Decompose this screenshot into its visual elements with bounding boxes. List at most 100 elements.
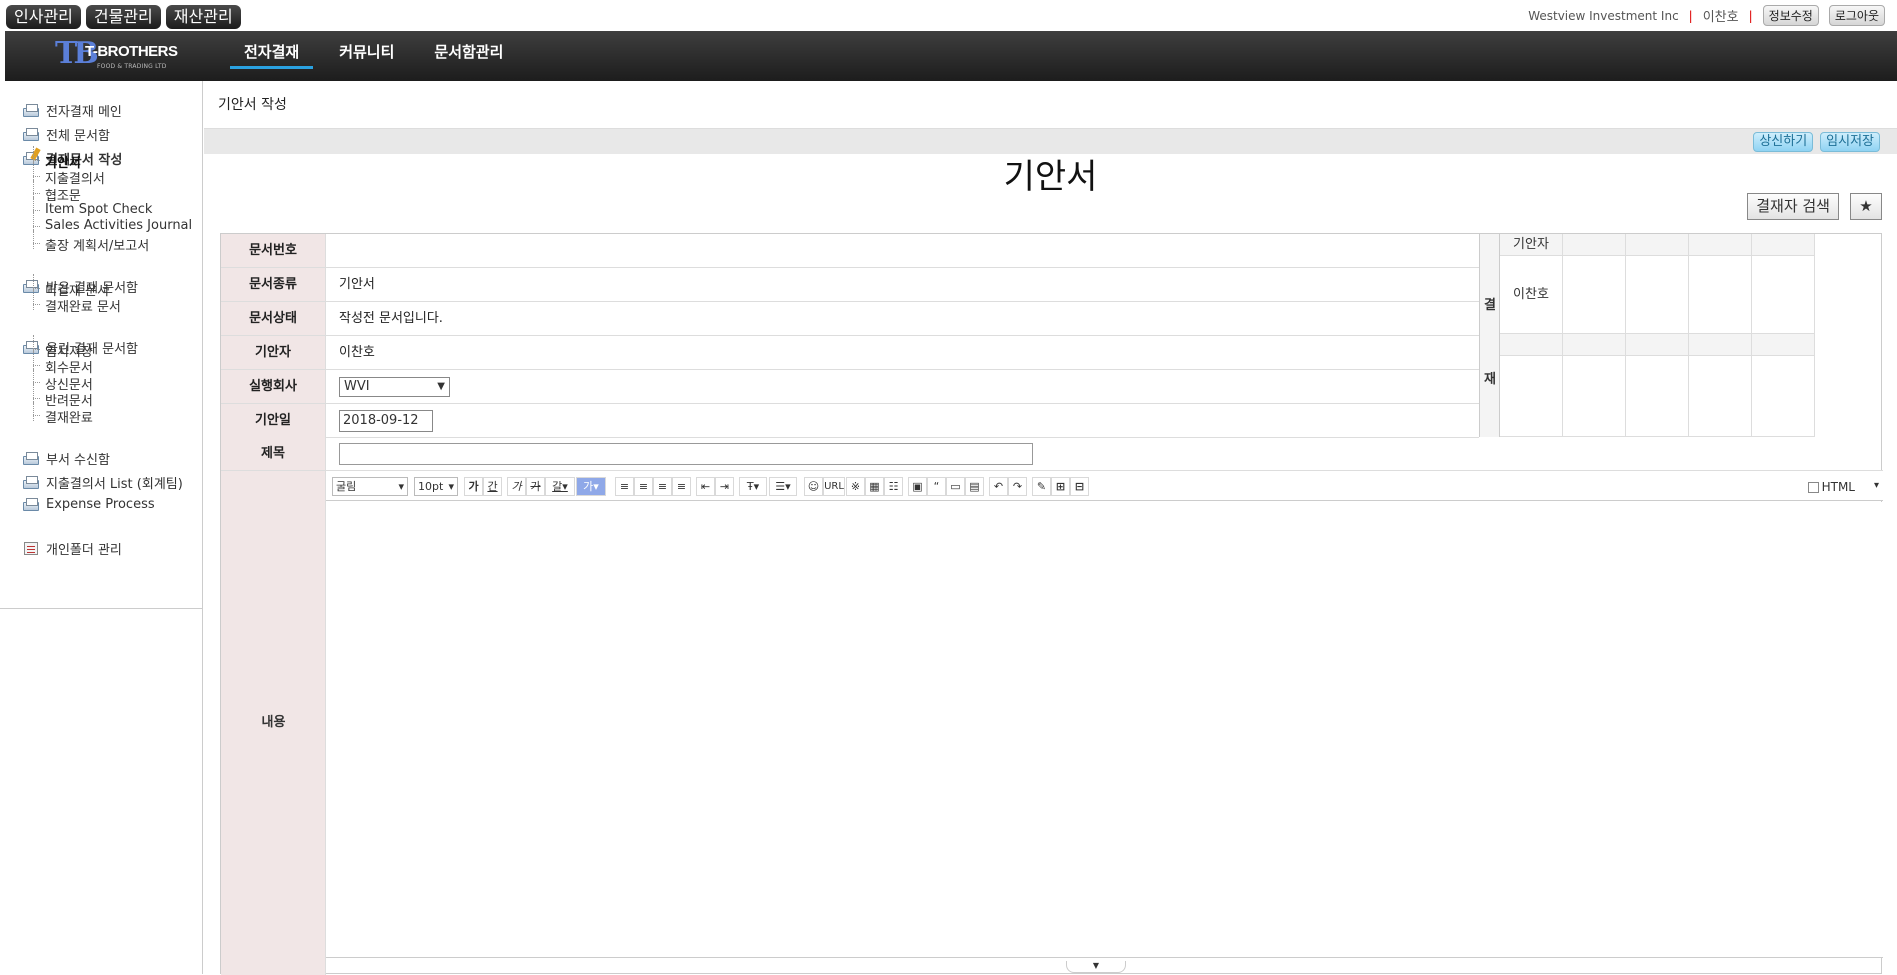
table-icon[interactable]: ▦: [865, 477, 884, 496]
page-title: 기안서 작성: [218, 97, 287, 113]
resize-handle-icon[interactable]: ▼: [1066, 961, 1126, 973]
link-url-icon[interactable]: URL: [823, 477, 845, 496]
row-company: 실행회사 WVI ▼: [221, 370, 1479, 404]
undo-icon[interactable]: ↶: [989, 477, 1008, 496]
nav-item-community[interactable]: 커뮤니티: [319, 41, 414, 71]
favorite-star-button[interactable]: ★: [1850, 193, 1882, 220]
editor-content-area[interactable]: [326, 502, 1883, 958]
align-justify-icon[interactable]: ≡: [672, 477, 691, 496]
logout-button[interactable]: 로그아웃: [1828, 5, 1885, 26]
sidebar-item-expense-process[interactable]: Expense Process: [22, 497, 155, 512]
module-building-button[interactable]: 건물관리: [85, 5, 161, 29]
document-form: 문서번호 문서종류 기안서 문서상태 작성전 문서입니다. 기안자 이찬호 실행…: [220, 233, 1883, 975]
expand-icon[interactable]: ⊞: [1051, 477, 1070, 496]
sidebar-item-label: 전체 문서함: [46, 129, 110, 144]
approval-header-slot: [1626, 234, 1689, 256]
bold-icon[interactable]: 가: [464, 477, 483, 496]
inbox-icon: [22, 103, 40, 118]
sidebar-item-label: 지출결의서 List (회계팀): [46, 477, 183, 492]
folder-settings-icon: [22, 541, 40, 556]
edit-info-button[interactable]: 정보수정: [1762, 5, 1819, 26]
special-char-icon[interactable]: ※: [846, 477, 865, 496]
horizontal-rule-icon[interactable]: ☷: [884, 477, 903, 496]
nav-item-approval[interactable]: 전자결재: [224, 41, 319, 71]
row-drafter: 기안자 이찬호: [221, 336, 1479, 370]
module-asset-button[interactable]: 재산관리: [165, 5, 241, 29]
main-content: 기안서 작성 상신하기 임시저장 기안서 결재자 검색 ★ 문서번호 문서종류 …: [204, 81, 1897, 975]
emoticon-icon[interactable]: ☺: [804, 477, 823, 496]
template-icon[interactable]: ✎: [1032, 477, 1051, 496]
document-title: 기안서: [1003, 157, 1098, 197]
approval-header-slot: [1689, 334, 1752, 356]
row-subject: 제목: [221, 437, 1883, 471]
user-area: Westview Investment Inc | 이찬호 | 정보수정 로그아…: [1528, 5, 1885, 26]
collapse-icon[interactable]: ⊟: [1070, 477, 1089, 496]
list-icon[interactable]: ☰▾: [769, 477, 797, 496]
sidebar-item-expense-list[interactable]: 지출결의서 List (회계팀): [22, 473, 183, 492]
sidebar-sub-spot-check[interactable]: Item Spot Check: [33, 196, 152, 217]
italic-icon[interactable]: 가: [507, 477, 526, 496]
inbox-icon: [22, 475, 40, 490]
approval-sign-slot: [1563, 256, 1626, 334]
highlight-color-icon[interactable]: 가▾: [576, 477, 606, 496]
sidebar-item-all-box[interactable]: 전체 문서함: [22, 125, 110, 144]
approval-side-top: 결: [1484, 298, 1496, 313]
sidebar-sub-sales-journal[interactable]: Sales Activities Journal: [33, 212, 192, 233]
approval-header-slot: [1689, 234, 1752, 256]
approval-sign-slot: [1689, 256, 1752, 334]
font-size-value: 10pt: [418, 480, 444, 493]
row-doc-status: 문서상태 작성전 문서입니다.: [221, 302, 1479, 336]
image-icon[interactable]: ▭: [946, 477, 965, 496]
sidebar-sub-completed[interactable]: 결재완료 문서: [33, 290, 121, 315]
draft-date-input[interactable]: 2018-09-12: [339, 410, 433, 432]
chevron-down-icon: ▾: [398, 480, 404, 493]
underline-icon[interactable]: 간: [483, 477, 502, 496]
sidebar-divider: [0, 608, 202, 609]
sidebar-item-label: Expense Process: [46, 497, 155, 512]
font-color-icon[interactable]: 갈▾: [545, 477, 575, 496]
font-family-value: 굴림: [336, 480, 357, 493]
toolbar-toggle-icon[interactable]: ▾: [1874, 480, 1879, 491]
sidebar-item-label: 전자결재 메인: [46, 105, 122, 120]
sidebar-sub-approved[interactable]: 결재완료: [33, 401, 93, 426]
module-hr-button[interactable]: 인사관리: [6, 5, 81, 29]
approval-sign-slot: [1626, 256, 1689, 334]
subject-input[interactable]: [339, 443, 1033, 465]
html-mode-toggle[interactable]: HTML: [1807, 480, 1855, 494]
font-size-select[interactable]: 10pt ▾: [414, 477, 458, 496]
line-height-icon[interactable]: Ŧ▾: [739, 477, 767, 496]
separator: |: [1748, 8, 1753, 23]
logo[interactable]: TB T-BROTHERS FOOD & TRADING LTD: [55, 37, 195, 75]
value-doc-status: 작성전 문서입니다.: [339, 311, 443, 326]
redo-icon[interactable]: ↷: [1008, 477, 1027, 496]
font-family-select[interactable]: 굴림 ▾: [332, 477, 408, 496]
logo-subtitle: FOOD & TRADING LTD: [97, 63, 167, 70]
approval-sign-slot: [1689, 356, 1752, 437]
text-box-icon[interactable]: ▣: [908, 477, 927, 496]
logo-name: T-BROTHERS: [85, 43, 178, 60]
search-approver-button[interactable]: 결재자 검색: [1747, 193, 1839, 220]
approval-header-slot: [1500, 334, 1563, 356]
align-right-icon[interactable]: ≡: [653, 477, 672, 496]
quote-icon[interactable]: “: [927, 477, 946, 496]
main-nav: TB T-BROTHERS FOOD & TRADING LTD 전자결재 커뮤…: [5, 31, 1897, 81]
sidebar-item-dept-inbox[interactable]: 부서 수신함: [22, 449, 110, 468]
align-center-icon[interactable]: ≡: [634, 477, 653, 496]
module-switcher: 인사관리 건물관리 재산관리: [6, 5, 241, 29]
sidebar-sub-business-trip[interactable]: 출장 계획서/보고서: [33, 229, 149, 254]
align-left-icon[interactable]: ≡: [615, 477, 634, 496]
company-select[interactable]: WVI ▼: [339, 377, 450, 397]
file-attach-icon[interactable]: ▤: [965, 477, 984, 496]
html-checkbox[interactable]: [1807, 481, 1819, 493]
sidebar-item-main[interactable]: 전자결재 메인: [22, 101, 122, 120]
user-name: 이찬호: [1702, 10, 1739, 25]
strikethrough-icon[interactable]: 가: [526, 477, 545, 496]
indent-icon[interactable]: ⇥: [715, 477, 734, 496]
inbox-icon: [22, 497, 40, 512]
label-subject: 제목: [221, 437, 326, 470]
outdent-icon[interactable]: ⇤: [696, 477, 715, 496]
editor-toolbar: 굴림 ▾ 10pt ▾ 가 간 가 가 갈▾ 가▾ ≡ ≡ ≡ ≡ ⇤ ⇥ Ŧ▾ ☰…: [326, 471, 1883, 501]
sidebar-item-personal-folder[interactable]: 개인폴더 관리: [22, 539, 122, 558]
nav-item-docbox[interactable]: 문서함관리: [414, 41, 523, 71]
approval-header-slot: [1752, 234, 1815, 256]
